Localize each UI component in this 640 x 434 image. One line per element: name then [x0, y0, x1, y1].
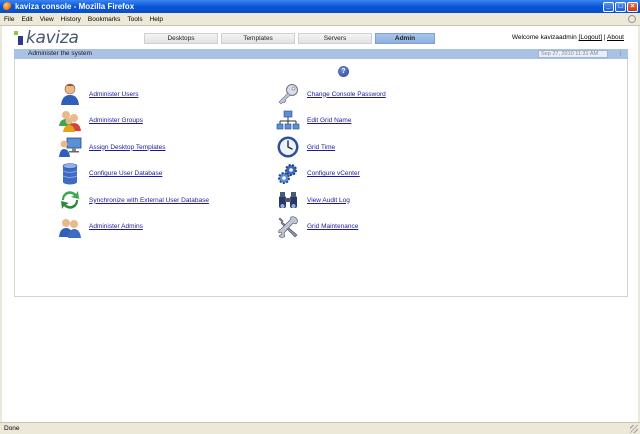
action-administer-groups[interactable]: Administer Groups: [58, 109, 209, 133]
configure-vcenter-link[interactable]: Configure vCenter: [307, 170, 360, 177]
action-grid-maintenance[interactable]: Grid Maintenance: [276, 215, 386, 239]
tab-admin[interactable]: Admin: [375, 33, 435, 44]
action-configure-vcenter[interactable]: Configure vCenter: [276, 162, 386, 186]
grid-time-link[interactable]: Grid Time: [307, 144, 335, 151]
admin-actions-right: Change Console Password Edit Grid Name G…: [276, 82, 386, 241]
tools-icon: [278, 215, 298, 238]
desktop-assign-icon: [59, 137, 82, 157]
welcome-area: Welcome kavizaadmin [Logout] | About: [512, 34, 624, 41]
action-change-console-password[interactable]: Change Console Password: [276, 82, 386, 106]
window-titlebar: kaviza console - Mozilla Firefox _ □ ×: [0, 0, 640, 13]
administer-admins-link[interactable]: Administer Admins: [89, 223, 143, 230]
edit-grid-name-link[interactable]: Edit Grid Name: [307, 117, 351, 124]
kaviza-logo-icon: [14, 31, 24, 45]
kaviza-logo[interactable]: kaviza: [14, 28, 79, 48]
menu-tools[interactable]: Tools: [127, 16, 142, 23]
administer-groups-link[interactable]: Administer Groups: [89, 117, 143, 124]
logo-text: kaviza: [26, 28, 79, 48]
help-icon[interactable]: ?: [338, 66, 349, 77]
resize-grip[interactable]: [630, 425, 638, 433]
about-link[interactable]: About: [607, 34, 624, 41]
action-assign-desktop-templates[interactable]: Assign Desktop Templates: [58, 135, 209, 159]
gears-icon: [278, 163, 297, 184]
section-title: Administer the system: [28, 50, 92, 57]
admins-icon: [59, 218, 81, 238]
menu-help[interactable]: Help: [150, 16, 163, 23]
administer-users-link[interactable]: Administer Users: [89, 91, 138, 98]
tab-servers[interactable]: Servers: [298, 33, 372, 44]
browser-viewport: kaviza Desktops Templates Servers Admin …: [0, 26, 640, 422]
tab-desktops[interactable]: Desktops: [144, 33, 218, 44]
configure-user-database-link[interactable]: Configure User Database: [89, 170, 162, 177]
menu-view[interactable]: View: [40, 16, 54, 23]
grid-maintenance-link[interactable]: Grid Maintenance: [307, 223, 358, 230]
user-icon: [61, 83, 79, 105]
section-header: Administer the system Sep 27, 2010 11:31…: [14, 49, 628, 59]
action-grid-time[interactable]: Grid Time: [276, 135, 386, 159]
assign-desktop-templates-link[interactable]: Assign Desktop Templates: [89, 144, 165, 151]
sync-icon: [61, 191, 79, 209]
firefox-icon: [3, 2, 12, 11]
menubar: File Edit View History Bookmarks Tools H…: [0, 13, 640, 26]
view-audit-log-link[interactable]: View Audit Log: [307, 197, 350, 204]
date-menu-button[interactable]: ⋮: [617, 50, 624, 58]
change-console-password-link[interactable]: Change Console Password: [307, 91, 386, 98]
throbber-icon: [628, 15, 636, 23]
tab-templates[interactable]: Templates: [221, 33, 295, 44]
menu-edit[interactable]: Edit: [21, 16, 32, 23]
window-title: kaviza console - Mozilla Firefox: [15, 2, 135, 11]
separator: |: [603, 34, 606, 41]
admin-actions-left: Administer Users Administer Groups Assig…: [58, 82, 209, 241]
date-field: Sep 27, 2010 11:31 AM: [538, 50, 608, 58]
binoculars-icon: [279, 192, 297, 208]
menu-bookmarks[interactable]: Bookmarks: [88, 16, 121, 23]
minimize-button[interactable]: _: [603, 1, 614, 12]
main-tabs: Desktops Templates Servers Admin: [144, 33, 438, 44]
group-icon: [59, 110, 81, 132]
menu-file[interactable]: File: [4, 16, 14, 23]
maximize-button[interactable]: □: [615, 1, 626, 12]
network-icon: [276, 110, 300, 129]
close-button[interactable]: ×: [627, 1, 638, 12]
action-configure-user-database[interactable]: Configure User Database: [58, 162, 209, 186]
clock-icon: [277, 136, 299, 158]
action-administer-users[interactable]: Administer Users: [58, 82, 209, 106]
status-bar: Done: [0, 422, 640, 434]
welcome-text: Welcome kavizaadmin: [511, 34, 577, 41]
action-synchronize-external-db[interactable]: Synchronize with External User Database: [58, 188, 209, 212]
action-view-audit-log[interactable]: View Audit Log: [276, 188, 386, 212]
menu-history[interactable]: History: [61, 16, 81, 23]
logout-link[interactable]: [Logout]: [579, 34, 603, 41]
action-edit-grid-name[interactable]: Edit Grid Name: [276, 109, 386, 133]
key-icon: [278, 84, 298, 105]
synchronize-external-db-link[interactable]: Synchronize with External User Database: [89, 197, 209, 204]
database-icon: [62, 162, 78, 184]
action-administer-admins[interactable]: Administer Admins: [58, 215, 209, 239]
status-text: Done: [4, 425, 20, 432]
